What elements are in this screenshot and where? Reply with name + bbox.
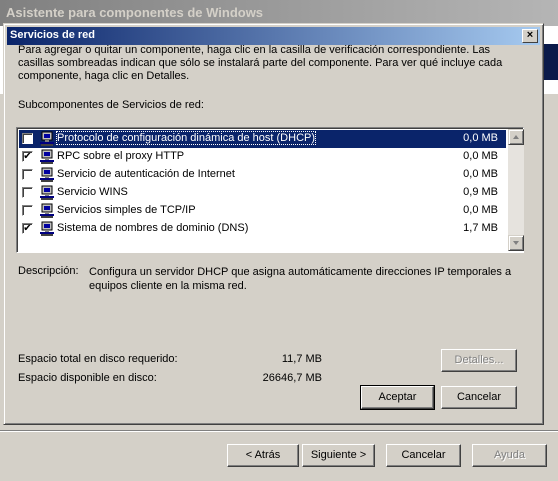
component-checkbox[interactable]: ✔ bbox=[22, 223, 33, 234]
component-name: Servicios simples de TCP/IP bbox=[57, 204, 196, 216]
component-size: 0,0 MB bbox=[463, 150, 498, 162]
space-available-value: 26646,7 MB bbox=[262, 372, 322, 384]
list-item[interactable]: Servicio WINS 0,9 MB bbox=[19, 184, 506, 202]
component-checkbox[interactable] bbox=[22, 205, 33, 216]
ok-button[interactable]: Aceptar bbox=[360, 385, 435, 410]
instructions-text: Para agregar o quitar un componente, hag… bbox=[18, 44, 503, 82]
description-text: Configura un servidor DHCP que asigna au… bbox=[89, 266, 512, 292]
component-checkbox[interactable] bbox=[22, 187, 33, 198]
component-size: 0,9 MB bbox=[463, 186, 498, 198]
back-button[interactable]: < Atrás bbox=[227, 444, 299, 467]
list-item[interactable]: ✔ Sistema de nombres de dominio (DNS) 1,7 … bbox=[19, 220, 506, 238]
wizard-separator bbox=[0, 430, 558, 432]
network-services-dialog: Servicios de red × Para agregar o quitar… bbox=[3, 23, 544, 425]
details-button[interactable]: Detalles... bbox=[441, 349, 517, 372]
component-size: 1,7 MB bbox=[463, 222, 498, 234]
component-name: RPC sobre el proxy HTTP bbox=[57, 150, 185, 162]
dialog-cancel-button[interactable]: Cancelar bbox=[441, 386, 517, 409]
component-name: Protocolo de configuración dinámica de h… bbox=[55, 131, 317, 145]
component-size: 0,0 MB bbox=[463, 168, 498, 180]
list-item[interactable]: Servicio de autenticación de Internet 0,0… bbox=[19, 166, 506, 184]
network-service-icon bbox=[39, 131, 55, 147]
description-label: Descripción: bbox=[18, 265, 79, 277]
dialog-title-bar: Servicios de red × bbox=[7, 27, 540, 45]
space-available-label: Espacio disponible en disco: bbox=[18, 372, 157, 384]
list-scrollbar[interactable] bbox=[508, 129, 524, 251]
next-button[interactable]: Siguiente > bbox=[302, 444, 375, 467]
close-button[interactable]: × bbox=[522, 29, 538, 43]
network-service-icon bbox=[39, 149, 55, 165]
component-size: 0,0 MB bbox=[463, 132, 498, 144]
space-required-label: Espacio total en disco requerido: bbox=[18, 353, 178, 365]
arrow-down-icon bbox=[513, 241, 519, 245]
scroll-down-button[interactable] bbox=[508, 235, 524, 251]
wizard-cancel-button[interactable]: Cancelar bbox=[386, 444, 461, 467]
network-service-icon bbox=[39, 221, 55, 237]
list-item[interactable]: Servicios simples de TCP/IP 0,0 MB bbox=[19, 202, 506, 220]
dialog-title: Servicios de red bbox=[10, 29, 95, 41]
network-service-icon bbox=[39, 203, 55, 219]
arrow-up-icon bbox=[513, 135, 519, 139]
subcomponents-list[interactable]: Protocolo de configuración dinámica de h… bbox=[16, 127, 524, 253]
wizard-title: Asistente para componentes de Windows bbox=[6, 5, 264, 20]
close-icon: × bbox=[526, 29, 534, 41]
component-checkbox[interactable] bbox=[22, 133, 33, 144]
subcomponents-label: Subcomponentes de Servicios de red: bbox=[18, 99, 204, 111]
help-button[interactable]: Ayuda bbox=[472, 444, 547, 467]
component-checkbox[interactable]: ✔ bbox=[22, 151, 33, 162]
scroll-up-button[interactable] bbox=[508, 129, 524, 145]
network-service-icon bbox=[39, 185, 55, 201]
component-checkbox[interactable] bbox=[22, 169, 33, 180]
space-required-value: 11,7 MB bbox=[281, 353, 322, 365]
component-name: Servicio WINS bbox=[57, 186, 128, 198]
component-name: Sistema de nombres de dominio (DNS) bbox=[57, 222, 249, 234]
list-item[interactable]: ✔ RPC sobre el proxy HTTP 0,0 MB bbox=[19, 148, 506, 166]
network-service-icon bbox=[39, 167, 55, 183]
list-item[interactable]: Protocolo de configuración dinámica de h… bbox=[19, 130, 506, 148]
component-size: 0,0 MB bbox=[463, 204, 498, 216]
component-name: Servicio de autenticación de Internet bbox=[57, 168, 235, 180]
